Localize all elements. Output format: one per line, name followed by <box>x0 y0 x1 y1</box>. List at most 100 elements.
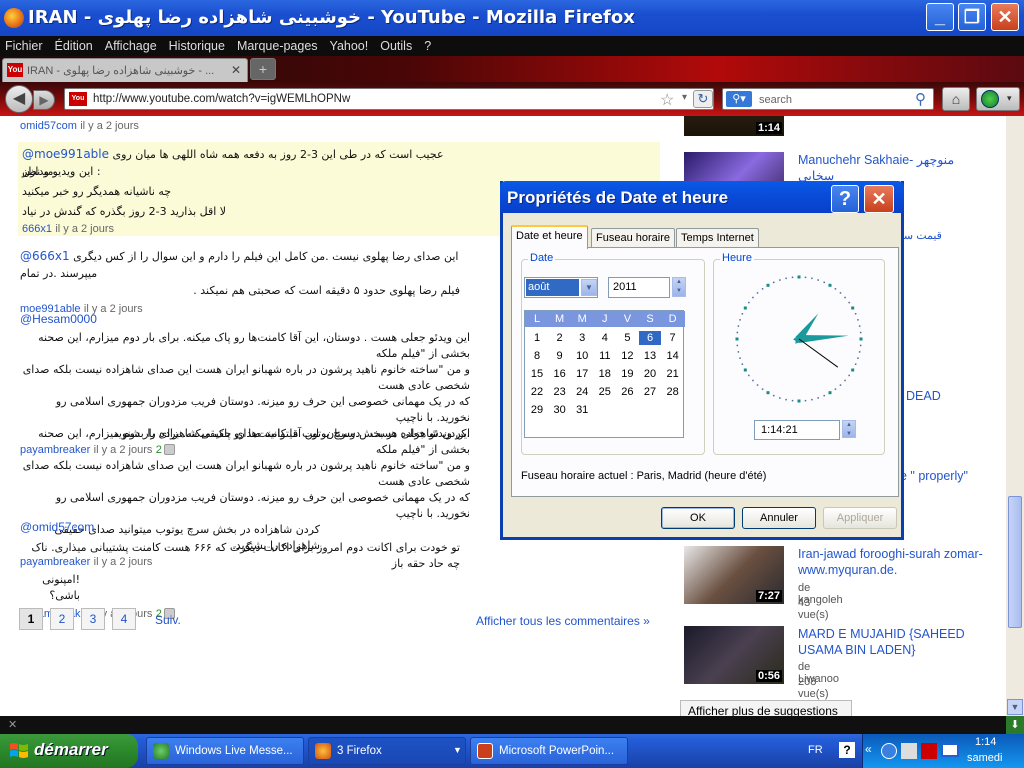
menu-affichage[interactable]: Affichage <box>105 36 157 56</box>
calendar-day[interactable]: 27 <box>639 385 661 399</box>
calendar-day[interactable]: 15 <box>526 367 548 381</box>
url-bar[interactable]: You http://www.youtube.com/watch?v=igWEM… <box>64 88 714 110</box>
expand-tray-icon[interactable]: « <box>865 742 872 756</box>
video-thumbnail[interactable]: 7:27 <box>684 546 784 604</box>
calendar-day[interactable]: 29 <box>526 403 548 417</box>
network-icon[interactable] <box>901 743 917 759</box>
time-spinner[interactable]: ▲ ▼ <box>842 420 856 438</box>
calendar-day[interactable]: 17 <box>571 367 593 381</box>
calendar-day[interactable]: 31 <box>571 403 593 417</box>
back-button[interactable]: ◀ <box>5 85 33 113</box>
calendar-day[interactable]: 16 <box>549 367 571 381</box>
page-3-button[interactable]: 3 <box>81 608 105 630</box>
calendar-day[interactable]: 12 <box>616 349 638 363</box>
dialog-close-button[interactable]: ✕ <box>864 185 894 213</box>
tab-close-icon[interactable]: ✕ <box>231 63 241 77</box>
suggestion-title[interactable]: MARD E MUJAHID {SAHEED USAMA BIN LADEN} <box>798 626 988 658</box>
comment-author[interactable]: 666x1 <box>22 223 52 235</box>
calendar-day[interactable]: 28 <box>662 385 684 399</box>
menu-outils[interactable]: Outils <box>380 36 412 56</box>
url-dropdown-icon[interactable]: ▾ <box>682 92 687 103</box>
calendar-day[interactable]: 30 <box>549 403 571 417</box>
calendar-day[interactable]: 14 <box>662 349 684 363</box>
calendar-day[interactable]: 22 <box>526 385 548 399</box>
close-button[interactable]: ✕ <box>991 3 1019 31</box>
calendar-day[interactable]: 9 <box>549 349 571 363</box>
security-alert-icon[interactable] <box>921 743 937 759</box>
comment-mention[interactable]: @666x1 <box>20 249 70 263</box>
addon-button[interactable]: ▾ <box>976 87 1020 111</box>
suggestion-title[interactable]: Manuchehr Sakhaie- منوچهر سخایی <box>798 152 988 184</box>
search-icon[interactable]: ⚲ <box>915 90 926 108</box>
scrollbar-thumb[interactable] <box>1008 496 1022 628</box>
page-2-button[interactable]: 2 <box>50 608 74 630</box>
maximize-button[interactable]: ❐ <box>958 3 986 31</box>
calendar-day[interactable]: 1 <box>526 331 548 345</box>
calendar-day[interactable]: 21 <box>662 367 684 381</box>
page-4-button[interactable]: 4 <box>112 608 136 630</box>
chevron-left-icon[interactable] <box>881 743 897 759</box>
suggestion-title[interactable]: DEAD <box>906 388 986 404</box>
ok-button[interactable]: OK <box>661 507 735 529</box>
clock[interactable]: 1:14 <box>975 736 996 748</box>
page-1-button[interactable]: 1 <box>19 608 43 630</box>
search-box[interactable]: ⚲▾ search ⚲ <box>722 88 934 110</box>
suggestion-title[interactable]: e " properly" <box>900 468 1000 484</box>
calendar-day[interactable]: 19 <box>616 367 638 381</box>
minimize-button[interactable]: _ <box>926 3 954 31</box>
menu-historique[interactable]: Historique <box>169 36 225 56</box>
calendar-day[interactable]: 8 <box>526 349 548 363</box>
download-icon[interactable]: ⬇ <box>1006 716 1024 734</box>
bookmark-star-icon[interactable]: ☆ <box>660 90 674 110</box>
calendar-day[interactable]: 20 <box>639 367 661 381</box>
menu-edition[interactable]: Édition <box>55 36 93 56</box>
calendar-day[interactable]: 4 <box>594 331 616 345</box>
time-field[interactable]: 1:14:21 <box>754 420 840 440</box>
tab-temps-internet[interactable]: Temps Internet <box>676 228 759 248</box>
help-button[interactable]: ? <box>831 185 859 213</box>
calendar-day[interactable]: 2 <box>549 331 571 345</box>
chevron-down-icon[interactable]: ▼ <box>581 279 597 296</box>
show-all-comments-link[interactable]: Afficher tous les commentaires » <box>476 614 650 628</box>
suggestion-title[interactable]: Iran-jawad forooghi-surah zomar-www.myqu… <box>798 546 988 578</box>
calendar-day[interactable]: 11 <box>594 349 616 363</box>
calendar-day[interactable]: 3 <box>571 331 593 345</box>
calendar-day[interactable]: 13 <box>639 349 661 363</box>
menu-help[interactable]: ? <box>424 36 431 56</box>
cancel-button[interactable]: Annuler <box>742 507 816 529</box>
calendar-day[interactable]: 26 <box>616 385 638 399</box>
month-select[interactable]: août ▼ <box>524 277 598 298</box>
menu-marque-pages[interactable]: Marque-pages <box>237 36 318 56</box>
mail-icon[interactable] <box>941 743 959 757</box>
video-thumbnail[interactable]: 1:14 <box>684 116 784 136</box>
calendar-day[interactable]: 25 <box>594 385 616 399</box>
browser-tab[interactable]: You IRAN - خوشبینی شاهزاده رضا پهلوی - .… <box>2 58 248 82</box>
calendar-day[interactable]: 24 <box>571 385 593 399</box>
comment-mention[interactable]: @moe991able <box>22 147 109 161</box>
vertical-scrollbar[interactable]: ▼ <box>1006 116 1024 716</box>
calendar-day[interactable]: 18 <box>594 367 616 381</box>
home-button[interactable]: ⌂ <box>942 87 970 111</box>
apply-button[interactable]: Appliquer <box>823 507 897 529</box>
menu-fichier[interactable]: Fichier <box>5 36 43 56</box>
close-findbar-icon[interactable]: ✕ <box>8 718 17 731</box>
year-field[interactable]: 2011 <box>608 277 670 298</box>
language-indicator[interactable]: FR <box>808 744 823 756</box>
calendar-day[interactable]: 10 <box>571 349 593 363</box>
start-button[interactable]: démarrer <box>0 734 138 768</box>
taskbar-messenger[interactable]: Windows Live Messe... <box>146 737 304 765</box>
calendar-day[interactable]: 5 <box>616 331 638 345</box>
calendar-day[interactable]: 6 <box>639 331 661 345</box>
reload-button[interactable]: ↻ <box>693 90 713 108</box>
help-icon[interactable]: ? <box>839 742 855 758</box>
tab-date-heure[interactable]: Date et heure <box>511 225 588 249</box>
calendar-day[interactable]: 23 <box>549 385 571 399</box>
year-spinner[interactable]: ▲ ▼ <box>672 277 686 297</box>
more-suggestions-button[interactable]: Afficher plus de suggestions <box>680 700 852 716</box>
menu-yahoo[interactable]: Yahoo! <box>330 36 369 56</box>
forward-button[interactable]: ▶ <box>33 90 55 110</box>
tab-fuseau-horaire[interactable]: Fuseau horaire <box>591 228 675 248</box>
search-engine-icon[interactable]: ⚲▾ <box>726 91 752 107</box>
comment-author[interactable]: omid57com <box>20 120 77 132</box>
new-tab-button[interactable]: + <box>250 58 276 80</box>
